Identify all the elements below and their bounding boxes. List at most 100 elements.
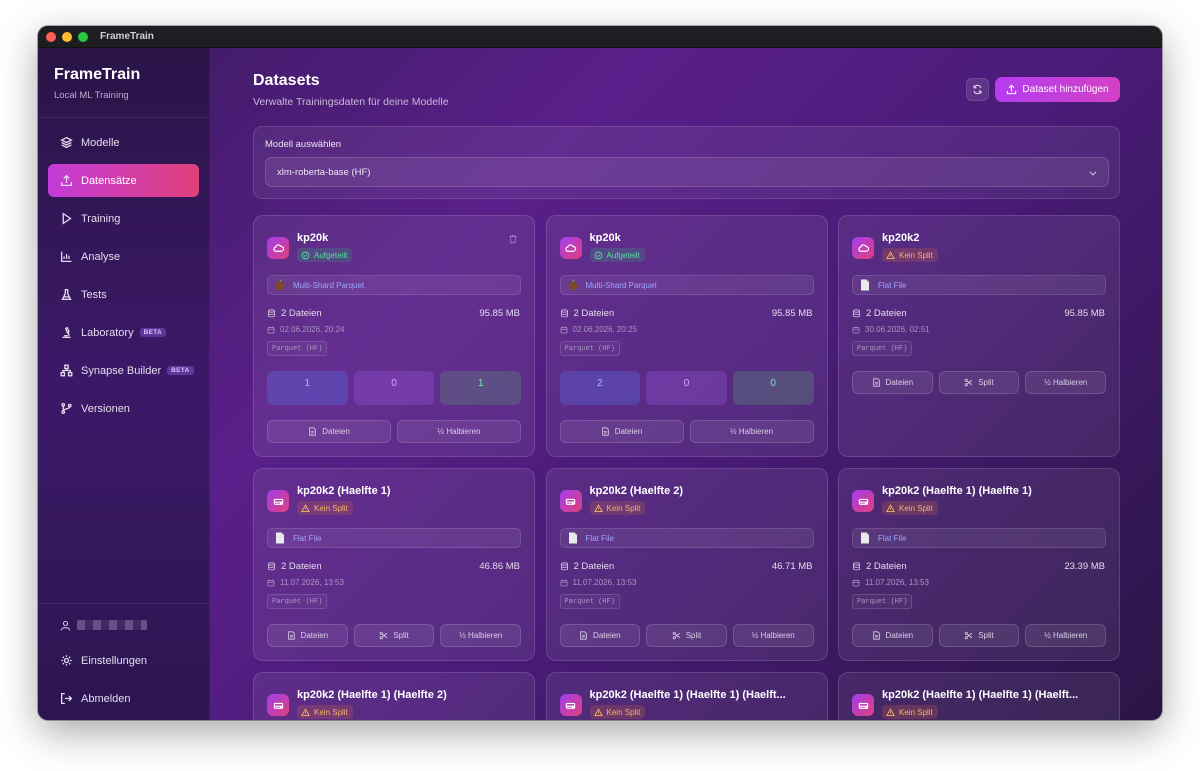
test-split-count: 0 [732,371,814,405]
file-icon [276,532,284,544]
sidebar-item-label: Laboratory [81,326,134,339]
dataset-card[interactable]: kp20k Aufgeteilt Multi-Shard Parquet 2 Date… [253,215,535,457]
page-title: Datasets [253,72,320,89]
document-icon [872,378,880,387]
files-button[interactable]: Dateien [267,420,391,443]
sidebar: FrameTrain Local ML Training Modelle Dat… [38,48,210,720]
redacted-username [77,620,147,630]
dataset-card[interactable]: kp20k2 (Haelfte 2) Kein Split Flat File 2 D… [545,468,828,661]
chevron-down-icon [1089,171,1097,176]
dataset-card[interactable]: kp20k2 (Haelfte 1) (Haelfte 1) (Haelft..… [838,672,1120,720]
cloud-icon [565,243,576,252]
halve-button[interactable]: ½ Halbieren [689,420,814,443]
warning-icon [593,503,603,512]
files-button[interactable]: Dateien [559,624,641,647]
drive-icon [565,498,576,505]
drive-icon [565,702,576,709]
card-actions: Dateien ½ Halbieren [559,420,814,443]
titlebar: FrameTrain [38,26,1162,48]
format-bar: Multi-Shard Parquet [559,275,814,295]
model-select-dropdown[interactable]: xlm-roberta-base (HF) [265,157,1109,187]
dataset-size: 46.86 MB [479,561,520,572]
train-split-count: 1 [267,371,348,405]
format-tag: Parquet (HF) [559,594,620,609]
files-button[interactable]: Dateien [852,371,933,394]
dataset-card[interactable]: kp20k2 (Haelfte 1) (Haelfte 1) (Haelft..… [545,672,828,720]
dataset-card[interactable]: kp20k Aufgeteilt Multi-Shard Parquet 2 Date… [545,215,828,457]
halve-button[interactable]: ½ Halbieren [440,624,522,647]
sidebar-item-analyse[interactable]: Analyse [48,240,199,273]
scissors-icon [672,631,680,640]
validation-split-count: 0 [353,371,435,405]
dataset-card[interactable]: kp20k2 (Haelfte 1) Kein Split Flat File 2 D… [253,468,535,661]
layers-icon [60,136,73,149]
brand-name: FrameTrain [54,66,141,83]
split-button[interactable]: Split [938,371,1020,394]
gear-icon [61,655,72,666]
dataset-type-icon [559,694,582,716]
refresh-icon [973,84,982,95]
shard-icon [568,279,577,291]
document-icon [601,427,609,436]
page-subtitle: Verwalte Trainingsdaten für deine Modell… [253,96,449,108]
sidebar-item-datensaetze[interactable]: Datensätze [48,164,199,197]
file-count-label: 2 Dateien [866,308,907,319]
file-count: 2 Dateien [560,561,614,572]
dataset-date: 30.06.2026, 02:51 [852,325,930,334]
drive-icon [858,702,868,709]
brand: FrameTrain Local ML Training [38,48,209,118]
split-button[interactable]: Split [353,624,435,647]
cloud-icon [857,243,869,252]
sidebar-item-training[interactable]: Training [48,202,199,235]
sidebar-item-tests[interactable]: Tests [48,278,199,311]
files-button[interactable]: Dateien [267,624,348,647]
files-button[interactable]: Dateien [852,624,933,647]
trash-icon[interactable] [508,234,518,244]
date-label: 11.07.2026, 13:53 [572,578,637,587]
split-button-label: Split [978,631,994,640]
status-label: Kein Split [314,503,348,513]
halve-button[interactable]: ½ Halbieren [732,624,814,647]
format-bar: Flat File [852,275,1106,295]
files-button-label: Dateien [300,631,329,640]
dataset-date: 11.07.2026, 13:53 [852,578,929,587]
split-button[interactable]: Split [938,624,1020,647]
status-badge: Kein Split [882,705,938,719]
refresh-button[interactable] [966,78,989,101]
sidebar-item-abmelden[interactable]: Abmelden [48,682,199,715]
close-window-button[interactable] [46,31,56,42]
split-button[interactable]: Split [646,624,727,647]
halve-button[interactable]: ½ Halbieren [397,420,521,443]
sidebar-item-modelle[interactable]: Modelle [48,126,199,159]
halve-button[interactable]: ½ Halbieren [1025,371,1107,394]
dataset-card[interactable]: kp20k2 (Haelfte 1) (Haelfte 2) Kein Split [253,672,535,720]
file-count: 2 Dateien [267,308,322,319]
sidebar-item-einstellungen[interactable]: Einstellungen [48,644,199,677]
logout-icon [60,692,73,705]
user-info [48,614,199,636]
sidebar-item-laboratory[interactable]: Laboratory BETA [48,316,199,349]
file-count-label: 2 Dateien [573,308,615,319]
add-dataset-button[interactable]: Dataset hinzufügen [995,77,1120,102]
halve-button[interactable]: ½ Halbieren [1025,624,1107,647]
drive-icon [858,498,868,505]
validation-split-count: 0 [646,371,727,405]
dataset-type-icon [852,490,874,512]
files-button[interactable]: Dateien [559,420,684,443]
files-button-label: Dateien [885,378,914,387]
sidebar-item-label: Synapse Builder [81,364,162,377]
status-badge: Aufgeteilt [297,248,353,262]
dataset-card[interactable]: kp20k2 (Haelfte 1) (Haelfte 1) Kein Split… [838,468,1120,661]
dataset-type-icon [267,237,289,259]
dataset-type-icon [852,237,874,259]
warning-icon [301,503,310,512]
maximize-window-button[interactable] [78,31,88,42]
sidebar-item-synapse-builder[interactable]: Synapse Builder BETA [48,354,199,387]
halve-button-label: ½ Halbieren [1044,378,1088,387]
split-button-label: Split [685,631,702,640]
dataset-name: kp20k2 (Haelfte 1) (Haelfte 1) (Haelft..… [882,689,1079,701]
dataset-size: 95.85 MB [771,308,813,319]
dataset-card[interactable]: kp20k2 Kein Split Flat File 2 Dateien 95.85 … [838,215,1120,457]
minimize-window-button[interactable] [62,31,72,42]
sidebar-item-versionen[interactable]: Versionen [48,392,199,425]
